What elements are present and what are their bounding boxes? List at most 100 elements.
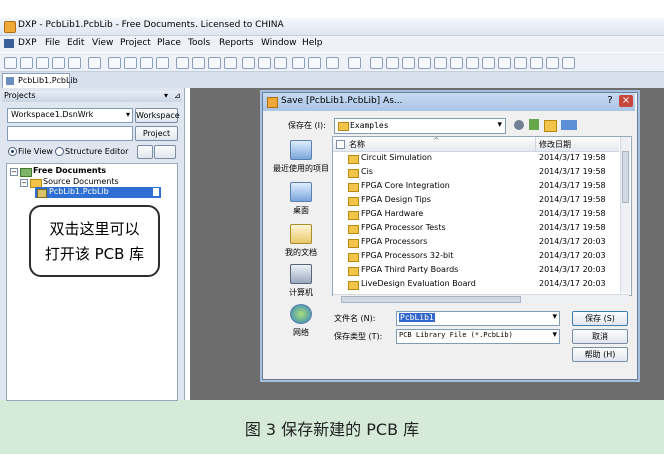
file-row[interactable]: LiveDesign Evaluation Board 2014/3/17 20:… xyxy=(334,278,618,292)
project-button[interactable]: Project xyxy=(135,126,178,141)
filename-input[interactable]: PcbLib1 ▾ xyxy=(396,311,560,326)
back-icon[interactable] xyxy=(514,120,524,130)
cancel-button[interactable]: 取消 xyxy=(572,329,628,344)
document-tab-strip xyxy=(0,72,664,88)
line-icon[interactable] xyxy=(370,57,383,69)
file-list-vertical-scrollbar[interactable] xyxy=(620,137,630,293)
new-file-icon[interactable] xyxy=(4,57,17,69)
workspace-select-value: Workspace1.DsnWrk xyxy=(11,110,94,119)
menu-help[interactable]: Help xyxy=(302,38,323,48)
column-header-name[interactable]: 名称 xyxy=(349,139,365,150)
new-folder-icon[interactable] xyxy=(544,120,557,132)
file-view-radio[interactable] xyxy=(8,147,17,156)
menu-reports[interactable]: Reports xyxy=(219,38,254,48)
dxp-menu-icon[interactable] xyxy=(4,39,14,48)
copy-icon[interactable] xyxy=(192,57,205,69)
project-options-icon[interactable] xyxy=(137,145,153,159)
column-divider[interactable] xyxy=(535,137,536,151)
file-row[interactable]: FPGA Processor Tests 2014/3/17 19:58 xyxy=(334,222,618,236)
menu-place[interactable]: Place xyxy=(157,38,181,48)
place-computer[interactable]: 计算机 xyxy=(272,264,330,298)
help-button[interactable]: 帮助 (H) xyxy=(572,347,628,362)
structure-editor-radio[interactable] xyxy=(55,147,64,156)
panel-dropdown-icon[interactable]: ▾ xyxy=(164,91,168,100)
component-icon[interactable] xyxy=(88,57,101,69)
place-desktop[interactable]: 桌面 xyxy=(272,182,330,216)
move-icon[interactable] xyxy=(258,57,271,69)
print-preview-icon[interactable] xyxy=(68,57,81,69)
tab-pcblib1[interactable]: PcbLib1.PcbLib xyxy=(2,73,78,88)
project-field[interactable] xyxy=(7,126,133,141)
zoom-area-icon[interactable] xyxy=(140,57,153,69)
view-menu-icon[interactable] xyxy=(561,120,577,130)
file-row[interactable]: FPGA Third Party Boards 2014/3/17 20:03 xyxy=(334,264,618,278)
place-recent[interactable]: 最近使用的项目 xyxy=(272,140,330,174)
file-row[interactable]: FPGA Design Tips 2014/3/17 19:58 xyxy=(334,194,618,208)
region-icon[interactable] xyxy=(546,57,559,69)
arc-edge-icon[interactable] xyxy=(482,57,495,69)
up-folder-icon[interactable] xyxy=(529,119,539,130)
arc-center-icon[interactable] xyxy=(466,57,479,69)
column-header-date[interactable]: 修改日期 xyxy=(539,139,571,150)
window-title: DXP - PcbLib1.PcbLib - Free Documents. L… xyxy=(18,20,284,30)
tree-folder-label[interactable]: Source Documents xyxy=(43,177,119,186)
pad-icon[interactable] xyxy=(386,57,399,69)
file-row[interactable]: FPGA Processors 2014/3/17 20:03 xyxy=(334,236,618,250)
workspace-button[interactable]: Workspace xyxy=(135,108,180,123)
zoom-out-icon[interactable] xyxy=(124,57,137,69)
array-paste-icon[interactable] xyxy=(562,57,575,69)
collapse-icon[interactable]: − xyxy=(20,179,28,187)
menu-project[interactable]: Project xyxy=(120,38,151,48)
zoom-fit-icon[interactable] xyxy=(156,57,169,69)
scrollbar-thumb[interactable] xyxy=(341,296,521,303)
full-circle-icon[interactable] xyxy=(514,57,527,69)
menu-window[interactable]: Window xyxy=(261,38,297,48)
save-in-select[interactable]: Examples ▾ xyxy=(334,118,506,134)
undo-icon[interactable] xyxy=(292,57,305,69)
workspace-select[interactable]: Workspace1.DsnWrk ▾ xyxy=(7,108,133,123)
zoom-in-icon[interactable] xyxy=(108,57,121,69)
save-icon[interactable] xyxy=(36,57,49,69)
redo-icon[interactable] xyxy=(308,57,321,69)
save-button[interactable]: 保存 (S) xyxy=(572,311,628,326)
coordinate-icon[interactable] xyxy=(434,57,447,69)
collapse-icon[interactable]: − xyxy=(10,168,18,176)
filetype-select[interactable]: PCB Library File (*.PcbLib) ▾ xyxy=(396,329,560,344)
dimension-icon[interactable] xyxy=(450,57,463,69)
close-icon[interactable]: × xyxy=(619,95,633,107)
string-icon[interactable] xyxy=(418,57,431,69)
menu-view[interactable]: View xyxy=(92,38,113,48)
rubber-stamp-icon[interactable] xyxy=(224,57,237,69)
fill-icon[interactable] xyxy=(530,57,543,69)
via-icon[interactable] xyxy=(402,57,415,69)
place-network[interactable]: 网络 xyxy=(272,304,330,338)
menu-tools[interactable]: Tools xyxy=(188,38,210,48)
document-menu-icon[interactable] xyxy=(154,145,176,159)
grid-icon[interactable] xyxy=(326,57,339,69)
menu-file[interactable]: File xyxy=(45,38,60,48)
scrollbar-thumb[interactable] xyxy=(622,151,629,203)
open-folder-icon[interactable] xyxy=(20,57,33,69)
file-row[interactable]: Circuit Simulation 2014/3/17 19:58 xyxy=(334,152,618,166)
select-icon[interactable] xyxy=(242,57,255,69)
print-icon[interactable] xyxy=(52,57,65,69)
menu-edit[interactable]: Edit xyxy=(67,38,84,48)
tree-root-label[interactable]: Free Documents xyxy=(33,166,106,175)
panel-pin-icon[interactable]: ⊿ xyxy=(174,91,181,100)
menu-dxp[interactable]: DXP xyxy=(18,38,37,48)
cut-icon[interactable] xyxy=(176,57,189,69)
place-documents[interactable]: 我的文档 xyxy=(272,224,330,258)
paste-icon[interactable] xyxy=(208,57,221,69)
filter-icon[interactable] xyxy=(348,57,361,69)
file-row[interactable]: Cis 2014/3/17 19:58 xyxy=(334,166,618,180)
cross-select-icon[interactable] xyxy=(274,57,287,69)
file-row[interactable]: FPGA Core Integration 2014/3/17 19:58 xyxy=(334,180,618,194)
file-list-horizontal-scrollbar[interactable] xyxy=(333,294,629,304)
help-icon[interactable]: ? xyxy=(603,95,617,107)
project-tree: − Free Documents − Source Documents PcbL… xyxy=(6,163,178,401)
tree-selected-file-row[interactable]: PcbLib1.PcbLib xyxy=(35,187,161,198)
file-row[interactable]: FPGA Processors 32-bit 2014/3/17 20:03 xyxy=(334,250,618,264)
select-all-checkbox[interactable] xyxy=(336,140,345,149)
arc-any-icon[interactable] xyxy=(498,57,511,69)
file-row[interactable]: FPGA Hardware 2014/3/17 19:58 xyxy=(334,208,618,222)
